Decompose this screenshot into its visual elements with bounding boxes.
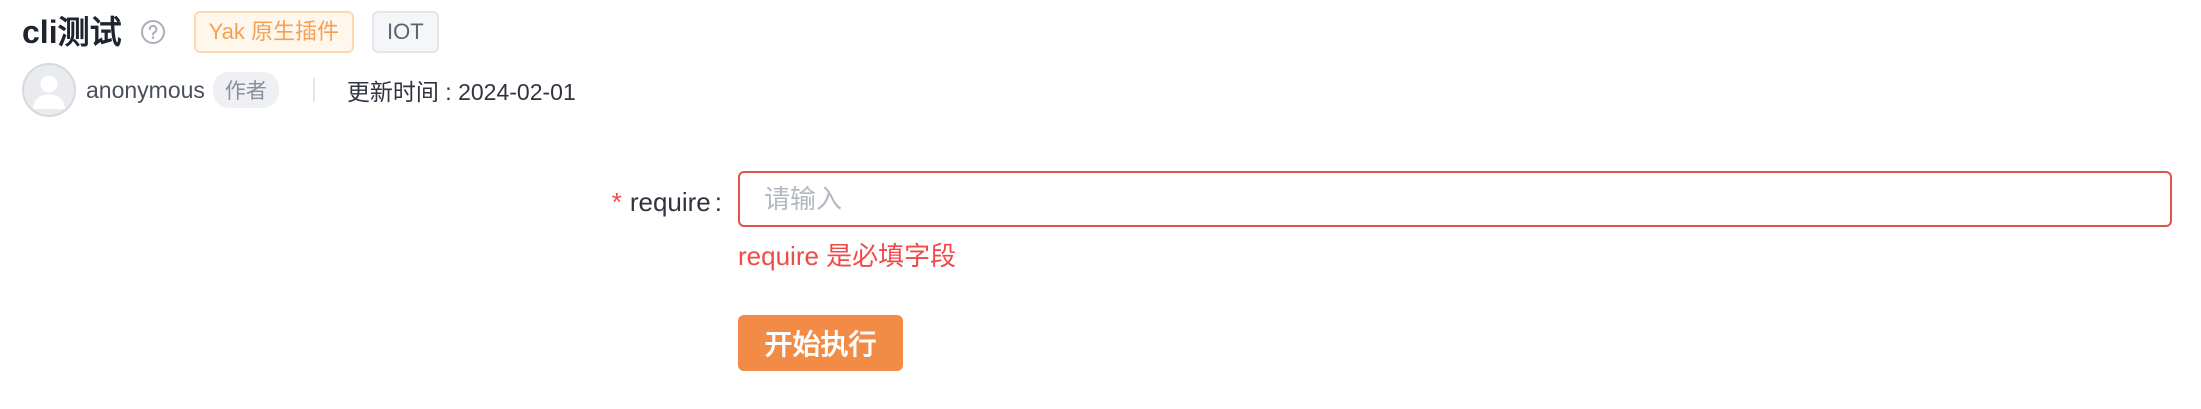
require-error-message: require 是必填字段 [738,241,957,271]
tag-yak-native-plugin: Yak 原生插件 [193,11,354,53]
require-input[interactable] [764,183,2146,215]
required-marker: * [611,186,622,217]
plugin-header: cli测试 Yak 原生插件 IOT [22,10,439,54]
user-avatar-icon [22,63,76,117]
update-time-label: 更新时间 : [346,79,459,105]
author-name: anonymous [86,76,205,103]
question-circle-icon[interactable] [140,19,166,45]
meta-divider [312,78,315,102]
update-time: 更新时间 : 2024-02-01 [347,73,576,107]
update-time-date: 2024-02-01 [458,79,576,105]
require-field-label: * require : [612,182,722,222]
start-execution-button[interactable]: 开始执行 [738,315,903,371]
tag-iot: IOT [371,11,439,53]
plugin-title: cli测试 [22,14,122,50]
label-colon: : [714,186,722,217]
require-input-wrapper [738,171,2172,227]
require-label-text: require [629,186,711,217]
plugin-meta: anonymous 作者 更新时间 : 2024-02-01 [22,63,576,117]
author-badge: 作者 [212,72,279,108]
